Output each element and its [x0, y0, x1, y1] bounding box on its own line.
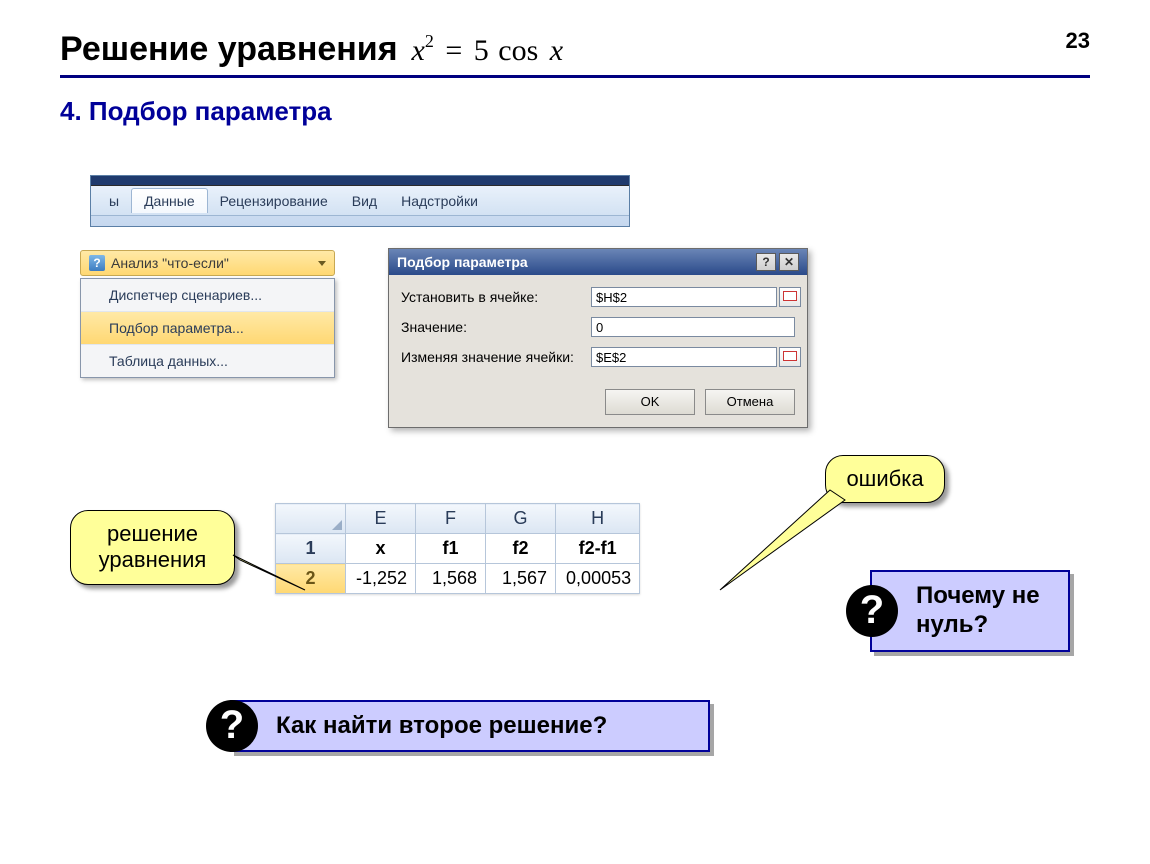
question-mark-icon: ?: [206, 700, 258, 752]
what-if-panel: Анализ "что-если" Диспетчер сценариев...…: [80, 250, 335, 378]
cell-e2[interactable]: -1,252: [346, 564, 416, 594]
callout-solution: решение уравнения: [70, 510, 235, 585]
select-all-corner[interactable]: [276, 504, 346, 534]
cell-g1[interactable]: f2: [486, 534, 556, 564]
cell-f1[interactable]: f1: [416, 534, 486, 564]
question-why-not-zero: ? Почему не нуль?: [870, 570, 1070, 652]
question-why-text: Почему не нуль?: [916, 582, 1040, 638]
input-set-cell[interactable]: [591, 287, 777, 307]
equation: x2 = 5 cos x: [412, 34, 564, 68]
col-head-g[interactable]: G: [486, 504, 556, 534]
dialog-titlebar: Подбор параметра ? ✕: [389, 249, 807, 275]
eq-lhs-pow: 2: [425, 31, 434, 51]
label-set-cell: Установить в ячейке:: [401, 289, 591, 305]
input-by-changing[interactable]: [591, 347, 777, 367]
cell-h1[interactable]: f2-f1: [556, 534, 640, 564]
cancel-button[interactable]: Отмена: [705, 389, 795, 415]
ribbon-tab-addins[interactable]: Надстройки: [389, 189, 490, 213]
what-if-label: Анализ "что-если": [111, 255, 229, 271]
ribbon-tab-view[interactable]: Вид: [340, 189, 389, 213]
goal-seek-dialog: Подбор параметра ? ✕ Установить в ячейке…: [388, 248, 808, 428]
subtitle: 4. Подбор параметра: [60, 96, 1090, 127]
dialog-title-text: Подбор параметра: [397, 254, 528, 270]
title-row: Решение уравнения x2 = 5 cos x: [60, 30, 1090, 78]
input-value[interactable]: [591, 317, 795, 337]
label-value: Значение:: [401, 319, 591, 335]
eq-lhs-var: x: [412, 34, 425, 67]
eq-rhs-var: x: [546, 34, 563, 67]
menu-item-scenario[interactable]: Диспетчер сценариев...: [81, 279, 334, 312]
dialog-help-button[interactable]: ?: [756, 253, 776, 271]
row-head-2[interactable]: 2: [276, 564, 346, 594]
col-head-e[interactable]: E: [346, 504, 416, 534]
excel-grid: E F G H 1 x f1 f2 f2-f1 2 -1,252 1,568 1…: [275, 503, 640, 594]
eq-rhs-coef: 5: [474, 34, 489, 67]
page-number: 23: [1066, 28, 1090, 54]
window-titlebar-fragment: [91, 176, 629, 186]
col-head-f[interactable]: F: [416, 504, 486, 534]
ribbon-tabs: ы Данные Рецензирование Вид Надстройки: [91, 186, 629, 216]
question-mark-icon: ?: [846, 585, 898, 637]
eq-equals: =: [441, 34, 466, 67]
what-if-icon: [89, 255, 105, 271]
ribbon-tab-review[interactable]: Рецензирование: [208, 189, 340, 213]
ok-button[interactable]: OK: [605, 389, 695, 415]
question-second-solution: ? Как найти второе решение?: [230, 700, 710, 752]
ref-picker-icon[interactable]: [779, 347, 801, 367]
menu-item-datatable[interactable]: Таблица данных...: [81, 345, 334, 377]
row-head-1[interactable]: 1: [276, 534, 346, 564]
what-if-menu: Диспетчер сценариев... Подбор параметра.…: [80, 278, 335, 378]
ribbon-tab-partial[interactable]: ы: [97, 189, 131, 213]
cell-f2[interactable]: 1,568: [416, 564, 486, 594]
chevron-down-icon: [318, 261, 326, 266]
label-by-changing: Изменяя значение ячейки:: [401, 349, 591, 365]
eq-rhs-fn: cos: [496, 34, 538, 67]
ribbon-tab-data[interactable]: Данные: [131, 188, 208, 213]
ref-picker-icon[interactable]: [779, 287, 801, 307]
question-how-text: Как найти второе решение?: [276, 712, 607, 739]
ribbon-snippet: ы Данные Рецензирование Вид Надстройки: [90, 175, 630, 227]
callout-error: ошибка: [825, 455, 945, 503]
menu-item-goalseek[interactable]: Подбор параметра...: [81, 312, 334, 345]
dialog-close-button[interactable]: ✕: [779, 253, 799, 271]
cell-g2[interactable]: 1,567: [486, 564, 556, 594]
what-if-button[interactable]: Анализ "что-если": [80, 250, 335, 276]
slide-title: Решение уравнения: [60, 30, 398, 69]
cell-e1[interactable]: x: [346, 534, 416, 564]
cell-h2[interactable]: 0,00053: [556, 564, 640, 594]
col-head-h[interactable]: H: [556, 504, 640, 534]
